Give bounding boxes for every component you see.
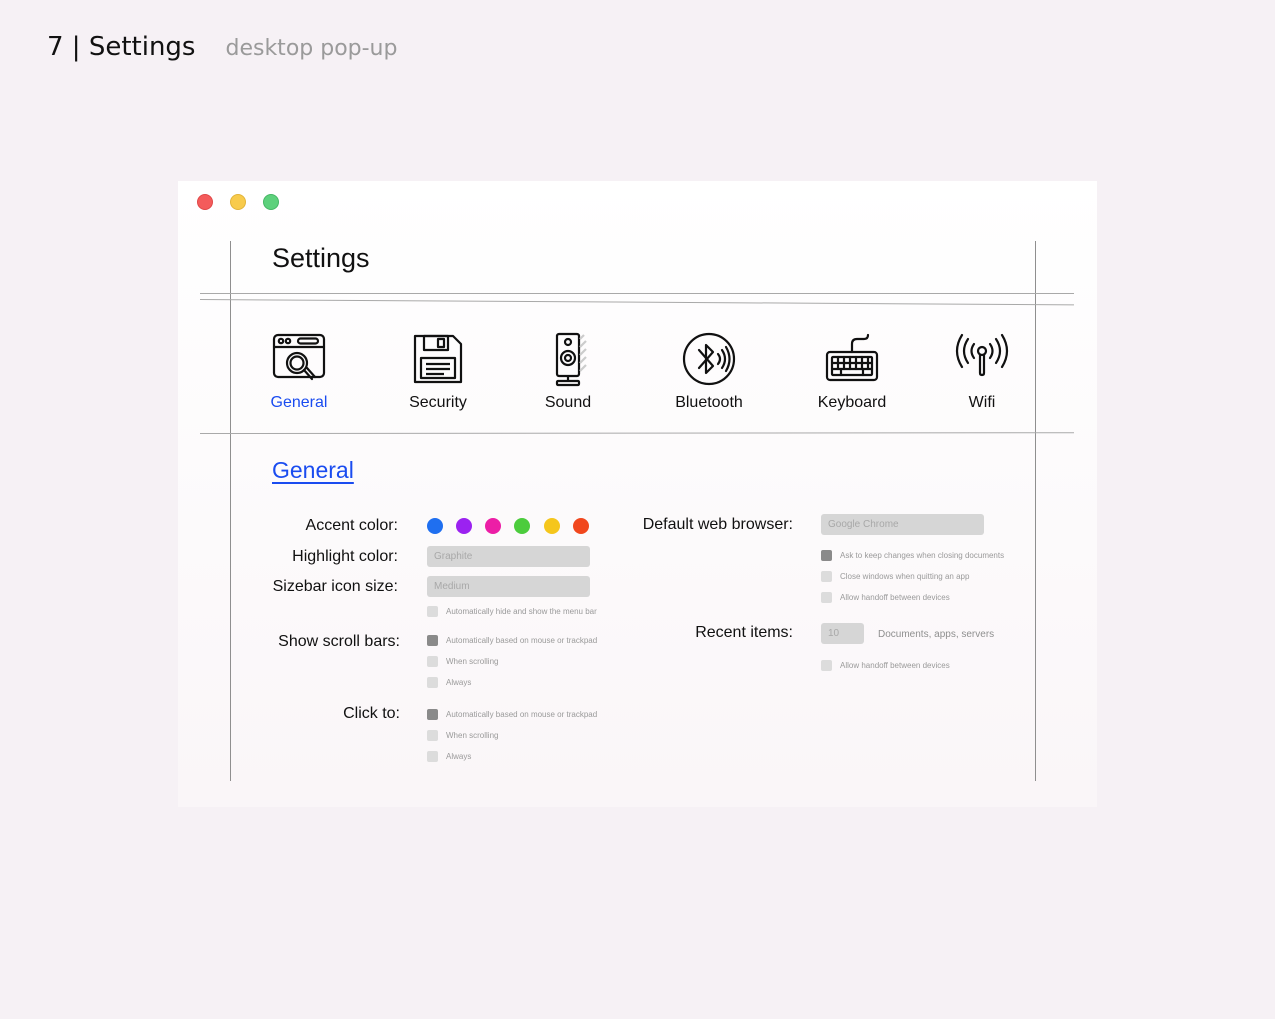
- tab-sound-label: Sound: [544, 394, 592, 411]
- tab-sound[interactable]: Sound: [518, 331, 618, 412]
- checkbox-label: Automatically based on mouse or trackpad: [446, 636, 598, 645]
- zoom-window-button[interactable]: [263, 194, 279, 210]
- tab-security-label: Security: [409, 394, 467, 411]
- tabs-divider: [199, 432, 1075, 434]
- default-browser-label: Default web browser:: [642, 516, 793, 533]
- tab-wifi[interactable]: Wifi: [932, 331, 1032, 412]
- highlight-color-select[interactable]: Graphite: [427, 546, 590, 567]
- sidebar-icon-size-label: Sizebar icon size:: [272, 578, 398, 595]
- close-window-button[interactable]: [197, 194, 213, 210]
- checkbox-box: [821, 550, 832, 561]
- tab-bluetooth[interactable]: Bluetooth: [659, 331, 759, 412]
- window-title: Settings: [272, 243, 370, 273]
- menu-bar-autohide-checkbox[interactable]: Automatically hide and show the menu bar: [427, 606, 597, 617]
- tab-keyboard-label: Keyboard: [817, 394, 887, 411]
- tab-security[interactable]: Security: [388, 331, 488, 412]
- checkbox-box: [427, 751, 438, 762]
- checkbox-box: [427, 635, 438, 646]
- page-heading: 7 | Settings desktop pop-up: [47, 32, 397, 62]
- keyboard-icon: [825, 333, 879, 382]
- allow-handoff-checkbox[interactable]: Allow handoff between devices: [821, 592, 950, 603]
- click-option-always[interactable]: Always: [427, 751, 471, 762]
- section-title: General: [272, 457, 354, 483]
- checkbox-label: When scrolling: [446, 657, 499, 666]
- header-divider: [200, 293, 1074, 294]
- accent-swatch-yellow[interactable]: [544, 518, 560, 534]
- checkbox-box: [821, 571, 832, 582]
- checkbox-label: When scrolling: [446, 731, 499, 740]
- recent-items-count-select[interactable]: 10: [821, 623, 864, 644]
- tab-general[interactable]: General: [249, 331, 349, 412]
- click-option-automatic[interactable]: Automatically based on mouse or trackpad: [427, 709, 597, 720]
- tab-bluetooth-label: Bluetooth: [675, 394, 743, 411]
- wifi-antenna-icon: [955, 333, 1009, 377]
- checkbox-label: Allow handoff between devices: [840, 661, 950, 670]
- guide-line-right: [1035, 241, 1036, 781]
- bluetooth-icon: [682, 332, 736, 386]
- guide-line-left: [230, 241, 231, 781]
- checkbox-box: [427, 656, 438, 667]
- default-browser-select[interactable]: Google Chrome: [821, 514, 984, 535]
- accent-swatch-pink[interactable]: [485, 518, 501, 534]
- checkbox-label: Automatically hide and show the menu bar: [446, 607, 597, 616]
- checkbox-label: Always: [446, 752, 472, 761]
- checkbox-box: [427, 677, 438, 688]
- close-windows-checkbox[interactable]: Close windows when quitting an app: [821, 571, 969, 582]
- speaker-icon: [555, 332, 587, 387]
- show-scroll-bars-label: Show scroll bars:: [278, 633, 400, 650]
- allow-handoff-secondary-checkbox[interactable]: Allow handoff between devices: [821, 660, 950, 671]
- accent-swatch-purple[interactable]: [456, 518, 472, 534]
- checkbox-box: [821, 660, 832, 671]
- sidebar-icon-size-select[interactable]: Medium: [427, 576, 590, 597]
- checkbox-label: Automatically based on mouse or trackpad: [446, 710, 598, 719]
- header-divider-secondary: [199, 299, 1074, 306]
- tab-keyboard[interactable]: Keyboard: [802, 331, 902, 412]
- checkbox-label: Ask to keep changes when closing documen…: [840, 551, 1005, 560]
- ask-keep-changes-checkbox[interactable]: Ask to keep changes when closing documen…: [821, 550, 1004, 561]
- scroll-option-automatic[interactable]: Automatically based on mouse or trackpad: [427, 635, 597, 646]
- checkbox-box: [427, 730, 438, 741]
- accent-color-label: Accent color:: [305, 517, 398, 534]
- recent-items-label: Recent items:: [695, 624, 793, 641]
- highlight-color-label: Highlight color:: [292, 548, 398, 565]
- settings-window: Settings General Security Sound Bluetoot…: [178, 181, 1097, 807]
- checkbox-label: Allow handoff between devices: [840, 593, 950, 602]
- checkbox-label: Close windows when quitting an app: [840, 572, 970, 581]
- recent-items-note: Documents, apps, servers: [878, 629, 995, 640]
- tab-wifi-label: Wifi: [968, 394, 996, 411]
- page-title: 7 | Settings: [47, 32, 196, 62]
- checkbox-label: Always: [446, 678, 472, 687]
- browser-search-icon: [272, 333, 326, 381]
- checkbox-box: [821, 592, 832, 603]
- accent-swatch-blue[interactable]: [427, 518, 443, 534]
- floppy-disk-icon: [413, 334, 463, 384]
- click-to-label: Click to:: [343, 705, 400, 722]
- scroll-option-always[interactable]: Always: [427, 677, 471, 688]
- accent-swatch-green[interactable]: [514, 518, 530, 534]
- checkbox-box: [427, 709, 438, 720]
- checkbox-box: [427, 606, 438, 617]
- scroll-option-when-scrolling[interactable]: When scrolling: [427, 656, 498, 667]
- accent-swatch-red[interactable]: [573, 518, 589, 534]
- click-option-when-scrolling[interactable]: When scrolling: [427, 730, 498, 741]
- minimize-window-button[interactable]: [230, 194, 246, 210]
- tab-general-label: General: [270, 394, 328, 411]
- page-subtitle: desktop pop-up: [225, 36, 398, 61]
